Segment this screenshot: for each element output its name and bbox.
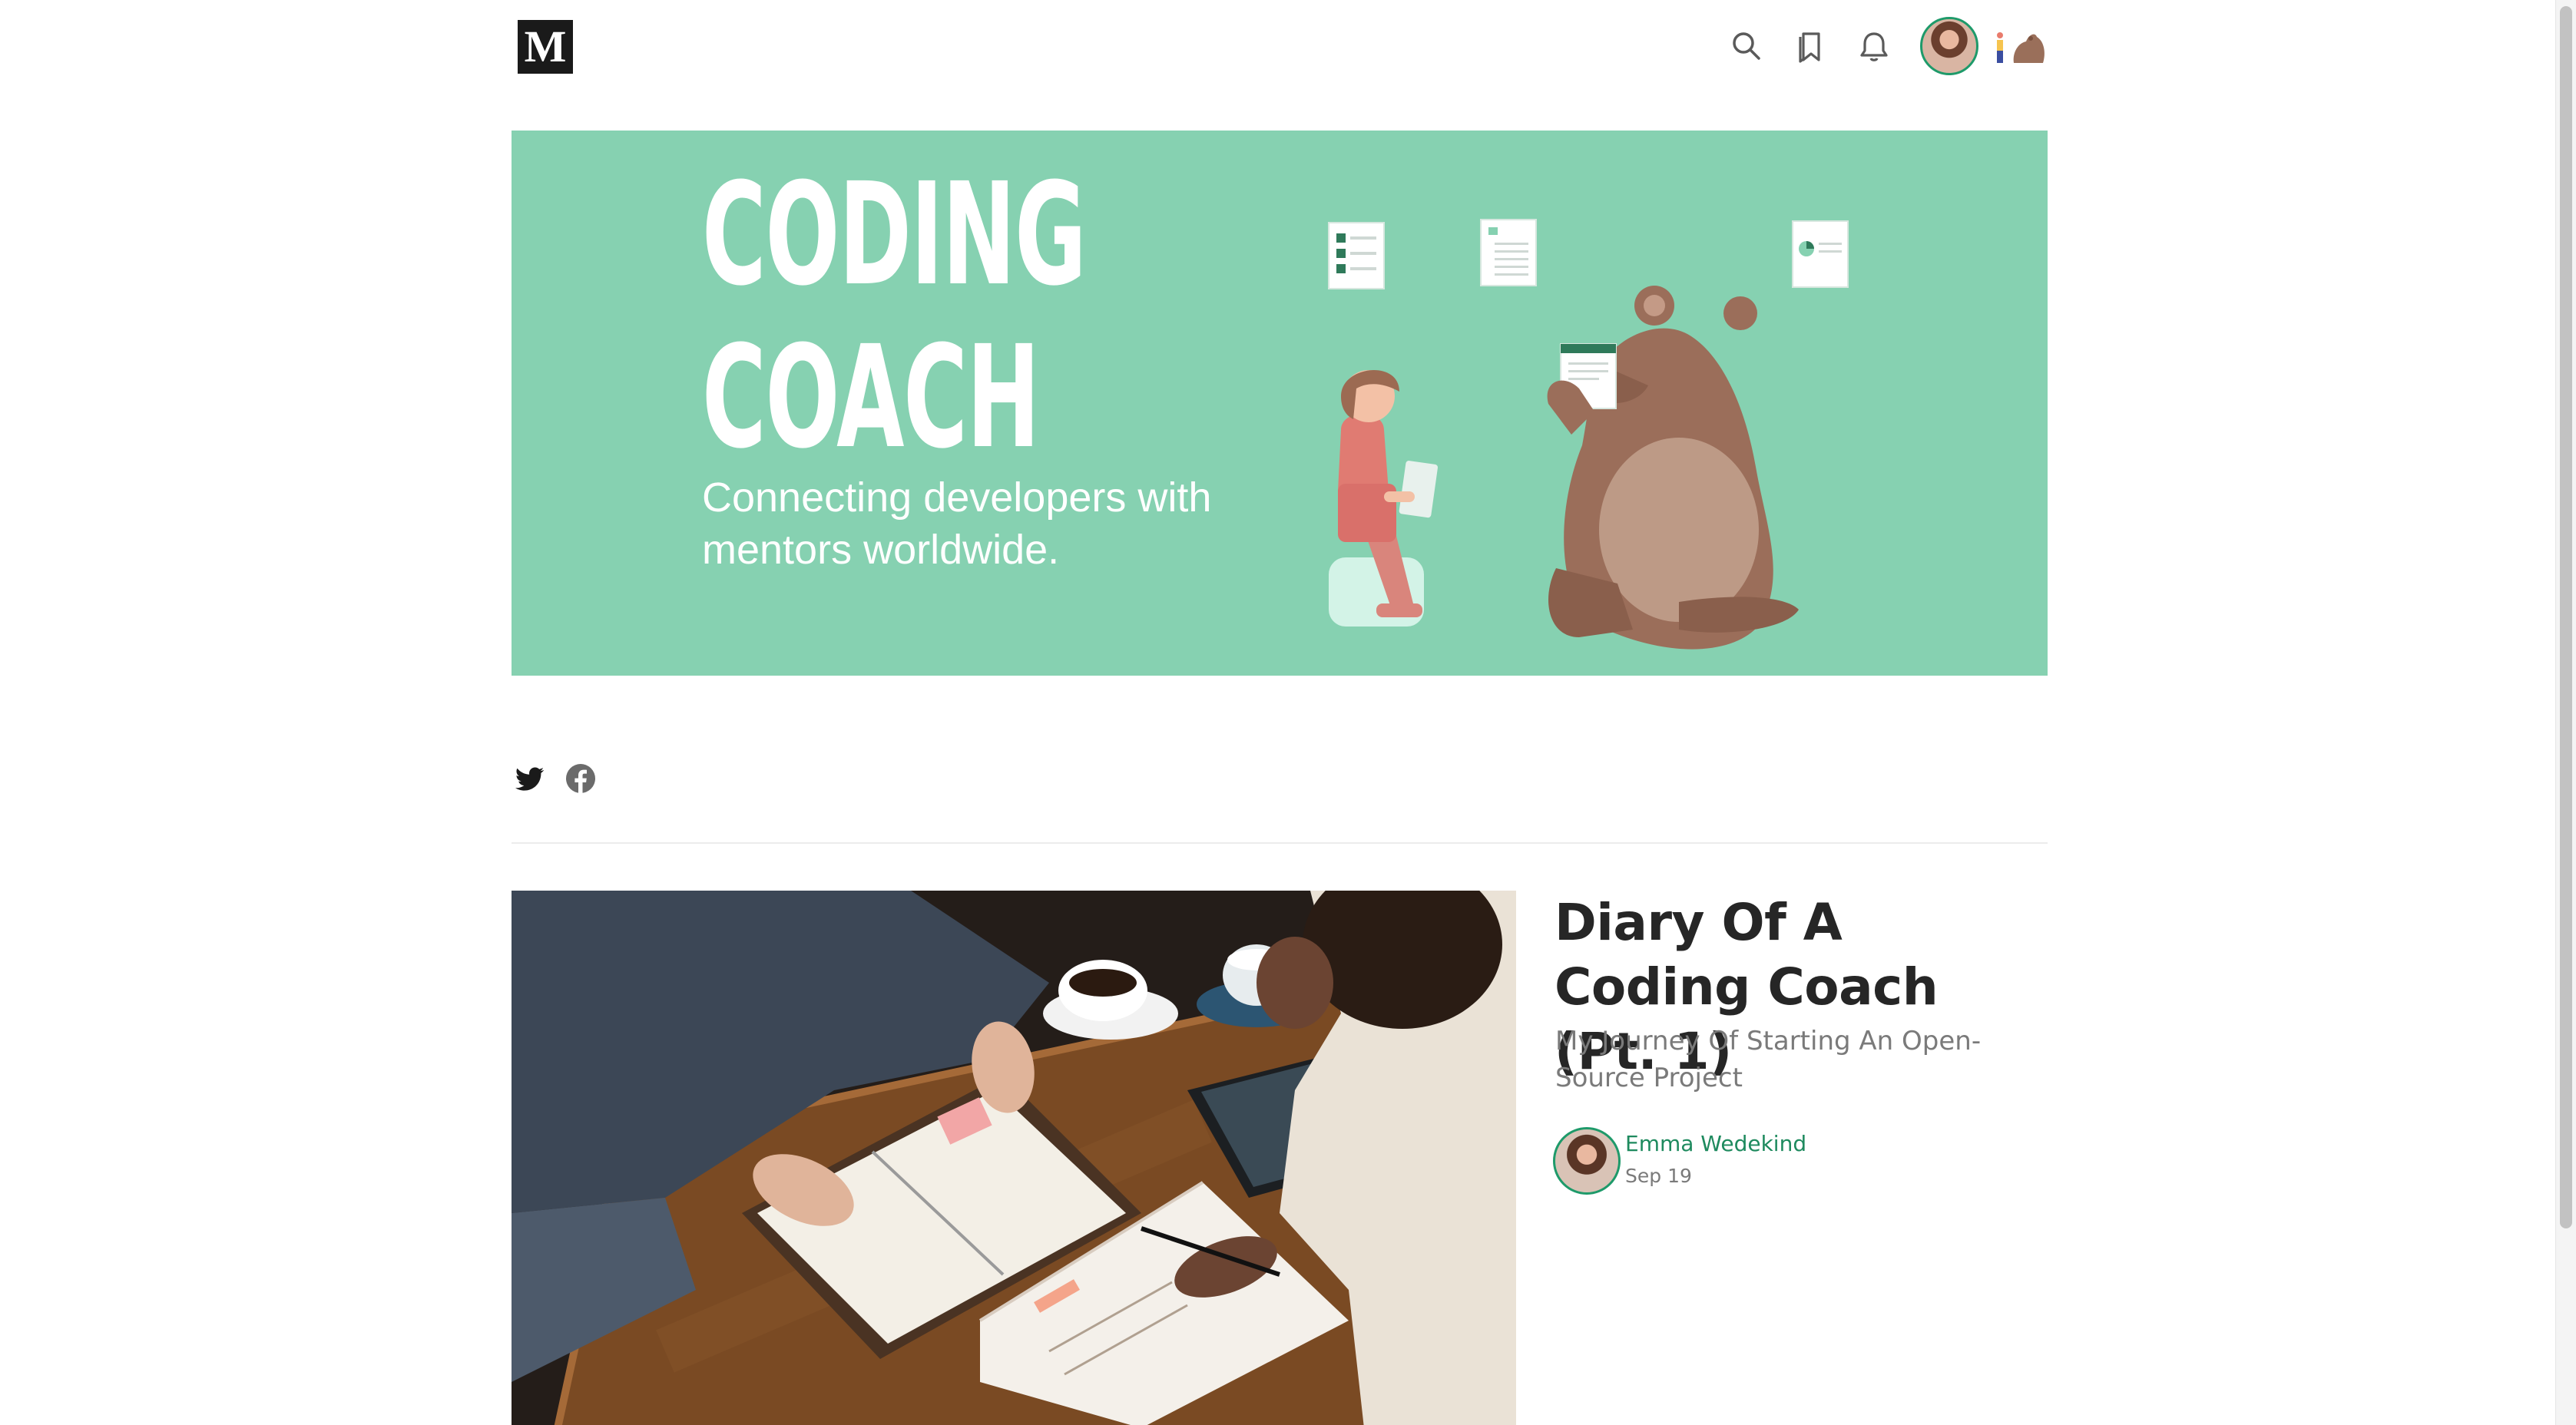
author-avatar[interactable] <box>1553 1127 1621 1195</box>
vertical-scrollbar[interactable] <box>2555 0 2576 1425</box>
facebook-icon[interactable] <box>564 762 598 795</box>
post-date: Sep 19 <box>1625 1165 1692 1187</box>
banner-tagline-line: Connecting developers with <box>702 474 1212 521</box>
publication-banner: CODING COACH Connecting developers with … <box>512 131 2048 676</box>
notifications-icon[interactable] <box>1851 23 1897 69</box>
bookmarks-icon[interactable] <box>1788 23 1834 69</box>
banner-title: CODING COACH <box>702 153 1087 480</box>
banner-tagline-line: mentors worldwide. <box>702 527 1060 573</box>
twitter-icon[interactable] <box>513 762 547 795</box>
page: M CODING COACH Connecting developers wit… <box>0 0 2576 1425</box>
medium-logo[interactable]: M <box>518 20 573 74</box>
author-name[interactable]: Emma Wedekind <box>1625 1129 1806 1159</box>
scrollbar-thumb[interactable] <box>2560 6 2572 1228</box>
banner-tagline: Connecting developers with mentors world… <box>702 471 1286 576</box>
search-icon[interactable] <box>1723 23 1770 69</box>
post-subtitle[interactable]: My Journey Of Starting An Open-Source Pr… <box>1555 1023 2047 1096</box>
section-divider <box>512 842 2048 844</box>
post-cover-image[interactable] <box>512 891 1516 1425</box>
banner-title-line: COACH <box>702 316 1040 480</box>
user-avatar[interactable] <box>1920 17 1978 75</box>
publication-logo-icon[interactable] <box>1992 23 2049 69</box>
banner-title-line: CODING <box>702 153 1087 317</box>
